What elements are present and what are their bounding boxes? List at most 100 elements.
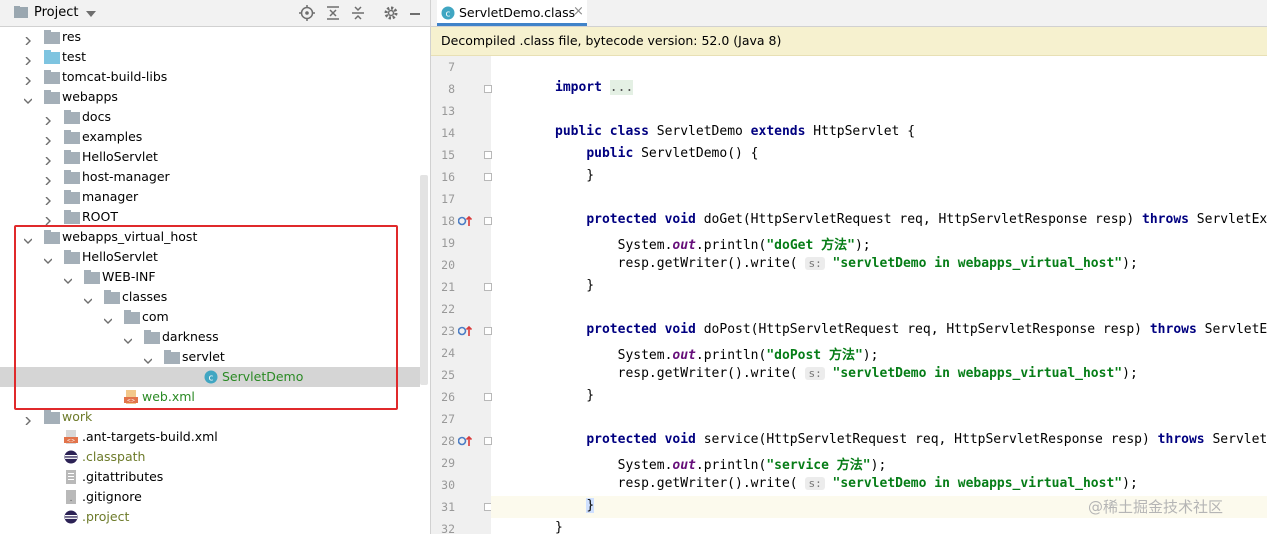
tree-item[interactable]: . .gitignore: [0, 487, 420, 507]
folder-icon: [64, 190, 80, 204]
tab-servletdemo-class[interactable]: c ServletDemo.class ×: [437, 0, 587, 26]
code-line: protected void doPost(HttpServletRequest…: [586, 322, 1267, 337]
line-number: 28: [441, 434, 455, 448]
locate-icon[interactable]: [299, 5, 315, 21]
tree-item[interactable]: docs: [0, 107, 420, 127]
tree-item[interactable]: work: [0, 407, 420, 427]
tree-item-label: work: [62, 409, 93, 424]
line-number: 24: [441, 346, 455, 360]
chevron-right-icon[interactable]: [24, 53, 32, 66]
line-number: 16: [441, 170, 455, 184]
line-number: 30: [441, 478, 455, 492]
code-line: System.out.println("doGet 方法");: [555, 238, 871, 253]
tree-item[interactable]: webapps: [0, 87, 420, 107]
expand-all-icon[interactable]: [325, 5, 341, 21]
editor-gutter: 7 8 13 14 15 16 17 18 19 20 21 22 23 24 25 26 27 28 29 30 31…: [431, 56, 492, 534]
tree-item[interactable]: host-manager: [0, 167, 420, 187]
tree-item-label: tomcat-build-libs: [62, 69, 168, 84]
gitignore-icon: .: [64, 490, 80, 504]
project-tree-scrollbar[interactable]: [420, 175, 428, 385]
line-number: 21: [441, 280, 455, 294]
tree-item[interactable]: HelloServlet: [0, 147, 420, 167]
chevron-right-icon[interactable]: [44, 153, 52, 166]
chevron-right-icon[interactable]: [44, 173, 52, 186]
tree-item[interactable]: tomcat-build-libs: [0, 67, 420, 87]
chevron-right-icon[interactable]: [44, 133, 52, 146]
hide-panel-icon[interactable]: [407, 5, 423, 21]
editor-tab-bar: c ServletDemo.class ×: [431, 0, 1267, 27]
highlight-box: [14, 225, 398, 410]
chevron-down-icon[interactable]: [23, 93, 33, 104]
line-number: 25: [441, 368, 455, 382]
tree-item-label: .gitignore: [82, 489, 142, 504]
tab-label: ServletDemo.class: [459, 5, 576, 20]
eclipse-icon: [64, 450, 80, 464]
tree-item-label: test: [62, 49, 87, 64]
override-method-icon[interactable]: [457, 325, 473, 337]
tree-item-label: manager: [82, 189, 139, 204]
chevron-right-icon[interactable]: [44, 113, 52, 126]
line-number: 20: [441, 258, 455, 272]
tree-item[interactable]: ROOT: [0, 207, 420, 227]
close-tab-icon[interactable]: ×: [573, 4, 584, 19]
code-line: System.out.println("service 方法");: [555, 458, 887, 473]
override-method-icon[interactable]: [457, 435, 473, 447]
folder-icon: [44, 70, 60, 84]
override-method-icon[interactable]: [457, 215, 473, 227]
line-number: 27: [441, 412, 455, 426]
svg-text:c: c: [446, 10, 451, 20]
svg-text:<>: <>: [67, 438, 75, 444]
chevron-right-icon[interactable]: [24, 413, 32, 426]
tree-item[interactable]: res: [0, 27, 420, 47]
folder-icon: [64, 110, 80, 124]
tree-item-label: .classpath: [82, 449, 146, 464]
line-number: 15: [441, 148, 455, 162]
line-number: 18: [441, 214, 455, 228]
line-number: 31: [441, 500, 455, 514]
project-view-dropdown-icon[interactable]: [86, 11, 96, 17]
code-line: }: [555, 168, 595, 183]
line-number: 8: [448, 82, 455, 96]
chevron-right-icon[interactable]: [24, 33, 32, 46]
tree-item[interactable]: test: [0, 47, 420, 67]
decompiled-notice-text: Decompiled .class file, bytecode version…: [441, 33, 782, 48]
folder-test-icon: [44, 50, 60, 64]
chevron-right-icon[interactable]: [44, 193, 52, 206]
tree-item[interactable]: examples: [0, 127, 420, 147]
tree-item[interactable]: .classpath: [0, 447, 420, 467]
folder-icon: [64, 130, 80, 144]
project-panel-title: Project: [34, 5, 79, 20]
tree-item[interactable]: .gitattributes: [0, 467, 420, 487]
tree-item-label: .ant-targets-build.xml: [82, 429, 218, 444]
chevron-right-icon[interactable]: [24, 73, 32, 86]
chevron-right-icon[interactable]: [44, 213, 52, 226]
collapse-all-icon[interactable]: [350, 5, 366, 21]
text-file-icon: [64, 470, 80, 484]
line-number: 26: [441, 390, 455, 404]
line-number: 22: [441, 302, 455, 316]
code-area[interactable]: import ... public class ServletDemo exten…: [491, 56, 1267, 534]
tree-item-label: HelloServlet: [82, 149, 158, 164]
class-file-icon: c: [441, 6, 455, 20]
line-number: 29: [441, 456, 455, 470]
line-number: 17: [441, 192, 455, 206]
tree-item-label: ROOT: [82, 209, 118, 224]
gear-icon[interactable]: [383, 5, 399, 21]
tree-item-label: examples: [82, 129, 143, 144]
folder-icon: [44, 410, 60, 424]
code-line: protected void doGet(HttpServletRequest …: [586, 212, 1267, 227]
line-number: 19: [441, 236, 455, 250]
code-line: System.out.println("doPost 方法");: [555, 348, 879, 363]
tree-item[interactable]: <> .ant-targets-build.xml: [0, 427, 420, 447]
code-line: }: [555, 278, 595, 293]
editor-panel: c ServletDemo.class × Decompiled .class …: [431, 0, 1267, 534]
code-line: import ...: [555, 80, 634, 95]
code-line: }: [555, 388, 595, 403]
tree-item-label: host-manager: [82, 169, 170, 184]
code-line: public ServletDemo() {: [586, 146, 759, 161]
code-line: }: [586, 498, 595, 513]
watermark: @稀土掘金技术社区: [1088, 498, 1224, 516]
tree-item[interactable]: manager: [0, 187, 420, 207]
tree-item[interactable]: .project: [0, 507, 420, 527]
line-number: 14: [441, 126, 455, 140]
